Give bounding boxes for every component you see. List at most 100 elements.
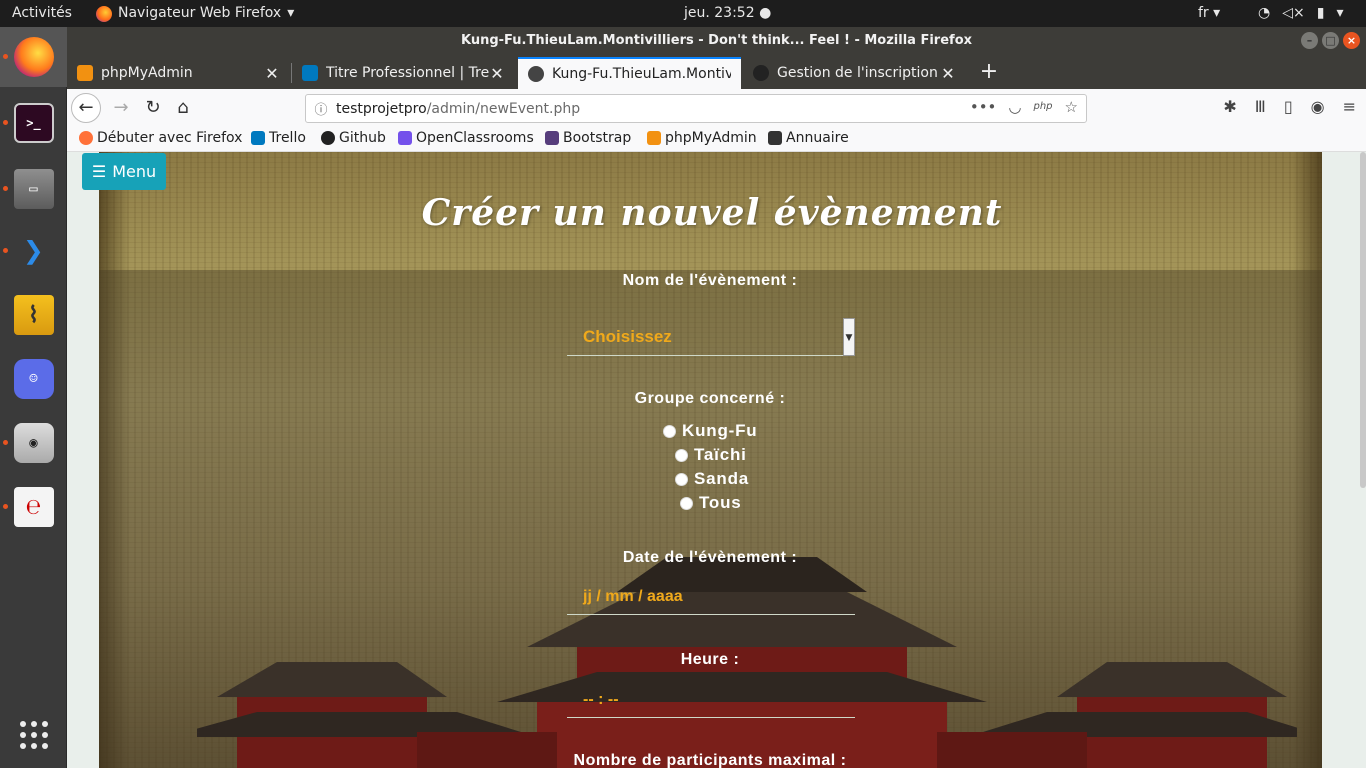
bookmarks-toolbar: Débuter avec Firefox Trello Github OpenC…: [67, 127, 1366, 152]
radio-sanda[interactable]: Sanda: [675, 469, 749, 489]
running-indicator: [3, 248, 8, 253]
annuaire-icon: [768, 131, 782, 145]
hamburger-menu-icon[interactable]: ≡: [1343, 97, 1356, 116]
running-indicator: [3, 440, 8, 445]
dock-cleaner[interactable]: ⌇: [0, 285, 67, 345]
page-scrollbar[interactable]: [1360, 152, 1366, 768]
bookmark-openclassrooms[interactable]: OpenClassrooms: [398, 130, 534, 146]
tab-kungfu-active[interactable]: Kung-Fu.ThieuLam.Montivilliers: [518, 57, 741, 89]
system-tray[interactable]: ◔ ◁× ▮ ▾: [1258, 0, 1343, 27]
sidebar-icon[interactable]: ▯: [1284, 97, 1293, 116]
radio-button[interactable]: [680, 496, 693, 510]
bookmark-label: Trello: [269, 130, 306, 146]
radio-taichi[interactable]: Taïchi: [675, 445, 747, 465]
trello-icon: [251, 131, 265, 145]
event-date-input[interactable]: jj / mm / aaaa: [567, 579, 855, 615]
close-tab-icon[interactable]: ✕: [489, 64, 505, 83]
library-icon[interactable]: Ⅲ: [1255, 97, 1266, 116]
site-info-icon[interactable]: ⓘ: [306, 99, 336, 118]
event-time-label: Heure :: [680, 651, 740, 668]
window-title: Kung-Fu.ThieuLam.Montivilliers - Don't t…: [460, 33, 973, 48]
tab-github[interactable]: Gestion de l'inscription e ✕: [743, 57, 966, 89]
event-time-input[interactable]: -- : --: [567, 682, 855, 718]
files-icon: ▭: [13, 169, 54, 209]
radio-button[interactable]: [675, 472, 688, 486]
dock-speaker[interactable]: ◉: [0, 413, 67, 473]
dock: >_ ▭ ❯ ⌇ ☺ ◉ ℮: [0, 27, 67, 768]
bookmark-phpmyadmin[interactable]: phpMyAdmin: [647, 130, 757, 146]
radio-tous[interactable]: Tous: [680, 493, 742, 513]
forward-button[interactable]: →: [107, 94, 135, 122]
menu-button[interactable]: ☰ Menu: [82, 153, 166, 190]
bookmark-bootstrap[interactable]: Bootstrap: [545, 130, 631, 146]
tab-trello[interactable]: Titre Professionnel | Trello ✕: [292, 57, 515, 89]
dock-discord[interactable]: ☺: [0, 349, 67, 409]
minimize-button[interactable]: –: [1301, 32, 1318, 49]
extensions-icon[interactable]: ✱: [1223, 97, 1236, 116]
close-tab-icon[interactable]: ✕: [940, 64, 956, 83]
radio-kung-fu[interactable]: Kung-Fu: [663, 421, 757, 441]
running-indicator: [3, 186, 8, 191]
clock[interactable]: jeu. 23:52 ●: [684, 0, 771, 27]
group-label: Groupe concerné :: [634, 390, 786, 407]
discord-icon: ☺: [13, 359, 54, 399]
menu-button-label: Menu: [112, 162, 157, 181]
temple-illustration: [197, 557, 1297, 768]
bookmark-label: Bootstrap: [563, 130, 632, 146]
page-actions-icon[interactable]: •••: [970, 98, 997, 116]
dock-vscode[interactable]: ❯: [0, 221, 67, 281]
running-indicator: [3, 54, 8, 59]
show-applications-button[interactable]: [0, 705, 67, 765]
dock-document-viewer[interactable]: ℮: [0, 477, 67, 537]
bookmark-star-icon[interactable]: ☆: [1065, 98, 1078, 116]
radio-button[interactable]: [675, 448, 688, 462]
back-button[interactable]: ←: [71, 93, 101, 123]
bootstrap-icon: [545, 131, 559, 145]
bookmark-firefox[interactable]: Débuter avec Firefox: [79, 130, 242, 146]
clock-text: jeu. 23:52: [684, 5, 755, 21]
maximize-button[interactable]: □: [1322, 32, 1339, 49]
tab-label: phpMyAdmin: [101, 65, 193, 81]
new-tab-button[interactable]: +: [974, 57, 1004, 89]
event-name-label: Nom de l'évènement :: [622, 272, 798, 289]
account-icon[interactable]: ◉: [1311, 97, 1325, 116]
toolbar-right: ✱ Ⅲ ▯ ◉ ≡: [1223, 97, 1356, 116]
radio-label: Kung-Fu: [682, 421, 758, 440]
navigation-toolbar: ← → ↻ ⌂ ⓘ testprojetpro/admin/newEvent.p…: [67, 89, 1366, 127]
dock-firefox[interactable]: [0, 27, 67, 87]
dropdown-arrow-icon: ▼: [843, 317, 855, 356]
app-grid-icon: [19, 721, 48, 749]
app-menu-label: Navigateur Web Firefox: [118, 5, 282, 21]
hamburger-icon: ☰: [91, 162, 107, 181]
bookmark-github[interactable]: Github: [321, 130, 386, 146]
tab-label: Kung-Fu.ThieuLam.Montivilliers: [552, 66, 731, 82]
dock-files[interactable]: ▭: [0, 159, 67, 219]
radio-button[interactable]: [663, 424, 676, 438]
reload-button[interactable]: ↻: [139, 94, 167, 122]
url-bar[interactable]: ⓘ testprojetpro/admin/newEvent.php ••• ◡…: [305, 94, 1087, 123]
bookmark-label: phpMyAdmin: [665, 130, 757, 146]
document-icon: ℮: [13, 487, 54, 527]
app-menu[interactable]: Navigateur Web Firefox ▾: [96, 0, 294, 27]
site-favicon-icon: [528, 66, 544, 82]
terminal-icon: >_: [13, 103, 54, 143]
bookmark-annuaire[interactable]: Annuaire: [768, 130, 849, 146]
event-name-select[interactable]: Choisissez ▼: [567, 317, 855, 356]
close-window-button[interactable]: ×: [1343, 32, 1360, 49]
dock-terminal[interactable]: >_: [0, 93, 67, 153]
keyboard-layout[interactable]: fr ▾: [1198, 0, 1220, 27]
radio-label: Tous: [699, 493, 742, 512]
page-viewport: ☰ Menu Créer un nouvel évènement Nom de …: [67, 152, 1366, 768]
activities-button[interactable]: Activités: [12, 0, 72, 27]
bookmark-label: Annuaire: [786, 130, 849, 146]
page-title: Créer un nouvel évènement: [421, 192, 1003, 234]
close-tab-icon[interactable]: ✕: [264, 64, 280, 83]
vscode-icon: ❯: [23, 231, 44, 271]
tab-phpmyadmin[interactable]: phpMyAdmin ✕: [67, 57, 290, 89]
pocket-icon[interactable]: ◡: [1008, 98, 1021, 116]
php-extension-icon[interactable]: php: [1034, 98, 1053, 116]
bookmark-label: OpenClassrooms: [416, 130, 534, 146]
scrollbar-thumb[interactable]: [1360, 152, 1366, 488]
home-button[interactable]: ⌂: [169, 94, 197, 122]
bookmark-trello[interactable]: Trello: [251, 130, 306, 146]
